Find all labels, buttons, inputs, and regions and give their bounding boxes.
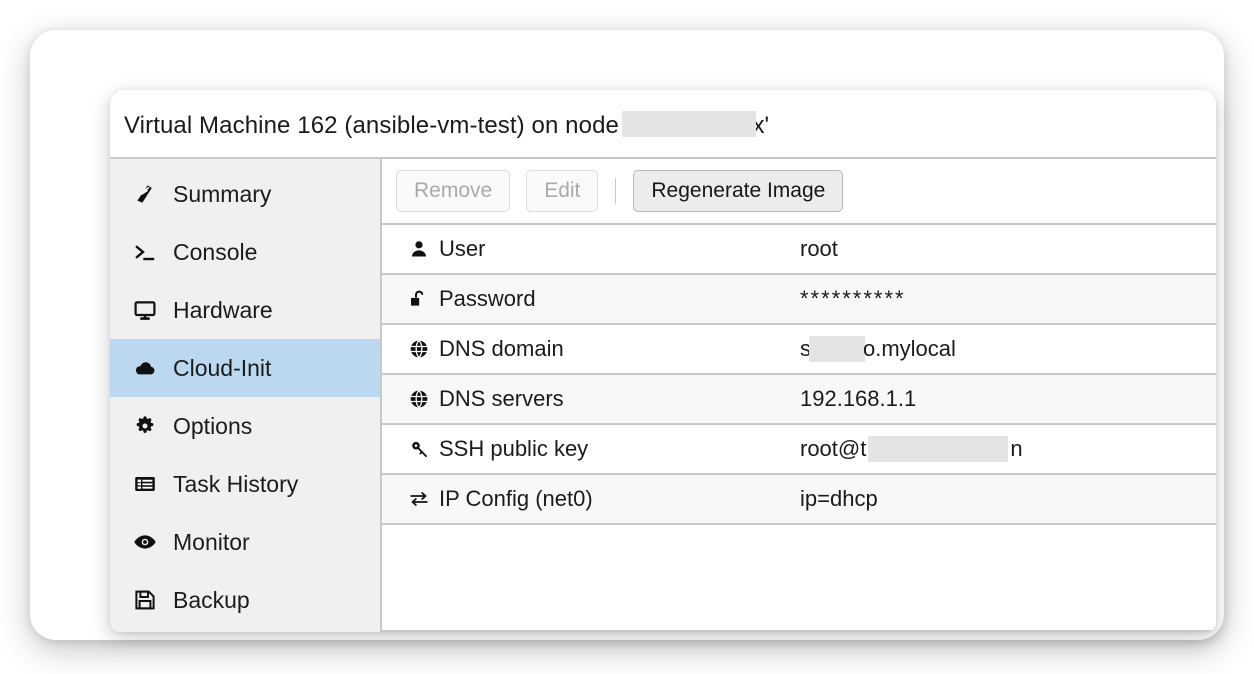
- unlock-icon: [408, 288, 430, 310]
- cloud-icon: [132, 355, 158, 381]
- property-key-label: DNS servers: [439, 386, 564, 411]
- table-row[interactable]: IP Config (net0) ip=dhcp: [382, 475, 1216, 525]
- terminal-icon: [132, 239, 158, 265]
- list-icon: [132, 471, 158, 497]
- cloud-init-property-table: User root Password ********** DNS domain…: [382, 225, 1216, 632]
- property-key-label: IP Config (net0): [439, 486, 593, 511]
- sidebar-item-hardware[interactable]: Hardware: [110, 281, 380, 339]
- property-key-label: DNS domain: [439, 336, 564, 361]
- sidebar-item-cloud-init[interactable]: Cloud-Init: [110, 339, 380, 397]
- property-key-label: User: [439, 236, 486, 261]
- sidebar-item-options[interactable]: Options: [110, 397, 380, 455]
- table-empty-area: [382, 525, 1216, 632]
- sidebar-item-label: Hardware: [173, 296, 273, 323]
- property-value: 192.168.1.1: [800, 386, 917, 411]
- page-title: Virtual Machine 162 (ansible-vm-test) on…: [124, 107, 769, 140]
- sidebar-item-label: Cloud-Init: [173, 354, 272, 381]
- floppy-icon: [132, 587, 158, 613]
- monitor-icon: [132, 297, 158, 323]
- sidebar-item-summary[interactable]: Summary: [110, 165, 380, 223]
- sidebar-item-label: Task History: [173, 470, 299, 497]
- edit-button[interactable]: Edit: [526, 170, 599, 212]
- table-row[interactable]: Password **********: [382, 275, 1216, 325]
- user-icon: [408, 238, 430, 260]
- property-value: s o.mylocal: [800, 336, 956, 362]
- property-key: IP Config (net0): [382, 486, 800, 512]
- regenerate-image-button[interactable]: Regenerate Image: [633, 170, 844, 212]
- cloud-init-toolbar: Remove Edit Regenerate Image: [382, 159, 1216, 225]
- page-title-prefix: Virtual Machine 162 (ansible-vm-test) on…: [124, 112, 631, 139]
- table-row[interactable]: DNS domain s o.mylocal: [382, 325, 1216, 375]
- table-row[interactable]: DNS servers 192.168.1.1: [382, 375, 1216, 425]
- sidebar-item-task-history[interactable]: Task History: [110, 455, 380, 513]
- sidebar-item-monitor[interactable]: Monitor: [110, 513, 380, 571]
- gear-icon: [132, 413, 158, 439]
- remove-button[interactable]: Remove: [396, 170, 511, 212]
- sidebar-item-label: Console: [173, 238, 258, 265]
- property-key: SSH public key: [382, 436, 800, 462]
- sidebar-nav: Summary Console Hardware Cloud-Init Opti…: [110, 159, 382, 632]
- property-value-suffix: n: [1010, 436, 1023, 461]
- panel-titlebar: Virtual Machine 162 (ansible-vm-test) on…: [110, 90, 1216, 159]
- sidebar-item-label: Options: [173, 412, 253, 439]
- sidebar-item-console[interactable]: Console: [110, 223, 380, 281]
- property-key: DNS servers: [382, 386, 800, 412]
- property-value-suffix: o.mylocal: [863, 336, 956, 361]
- property-value: root: [800, 236, 838, 261]
- panel-body: Summary Console Hardware Cloud-Init Opti…: [110, 159, 1216, 632]
- content-area: Remove Edit Regenerate Image User root P…: [382, 159, 1216, 632]
- toolbar-separator: [615, 178, 617, 204]
- sidebar-item-label: Summary: [173, 180, 272, 207]
- sidebar-item-label: Monitor: [173, 528, 250, 555]
- book-icon: [132, 181, 158, 207]
- property-key-label: Password: [439, 286, 536, 311]
- redacted-node-name: [622, 111, 757, 137]
- globe-icon: [408, 388, 430, 410]
- sidebar-item-label: Backup: [173, 586, 250, 613]
- table-row[interactable]: User root: [382, 225, 1216, 275]
- redacted-ssh-host: [868, 436, 1009, 462]
- property-key-label: SSH public key: [439, 436, 589, 461]
- property-key: Password: [382, 286, 800, 312]
- redacted-dns-domain: [809, 336, 865, 362]
- property-value: root@t n: [800, 436, 1023, 462]
- property-value: ip=dhcp: [800, 486, 878, 511]
- property-key: User: [382, 236, 800, 262]
- vm-detail-panel: Virtual Machine 162 (ansible-vm-test) on…: [110, 90, 1216, 632]
- outer-window-card: Virtual Machine 162 (ansible-vm-test) on…: [30, 30, 1224, 640]
- property-value-prefix: root@t: [800, 436, 867, 461]
- exchange-icon: [408, 488, 430, 510]
- key-icon: [408, 438, 430, 460]
- property-key: DNS domain: [382, 336, 800, 362]
- globe-icon: [408, 338, 430, 360]
- eye-icon: [132, 529, 158, 555]
- property-value: **********: [800, 286, 906, 311]
- table-row[interactable]: SSH public key root@t n: [382, 425, 1216, 475]
- sidebar-item-backup[interactable]: Backup: [110, 571, 380, 629]
